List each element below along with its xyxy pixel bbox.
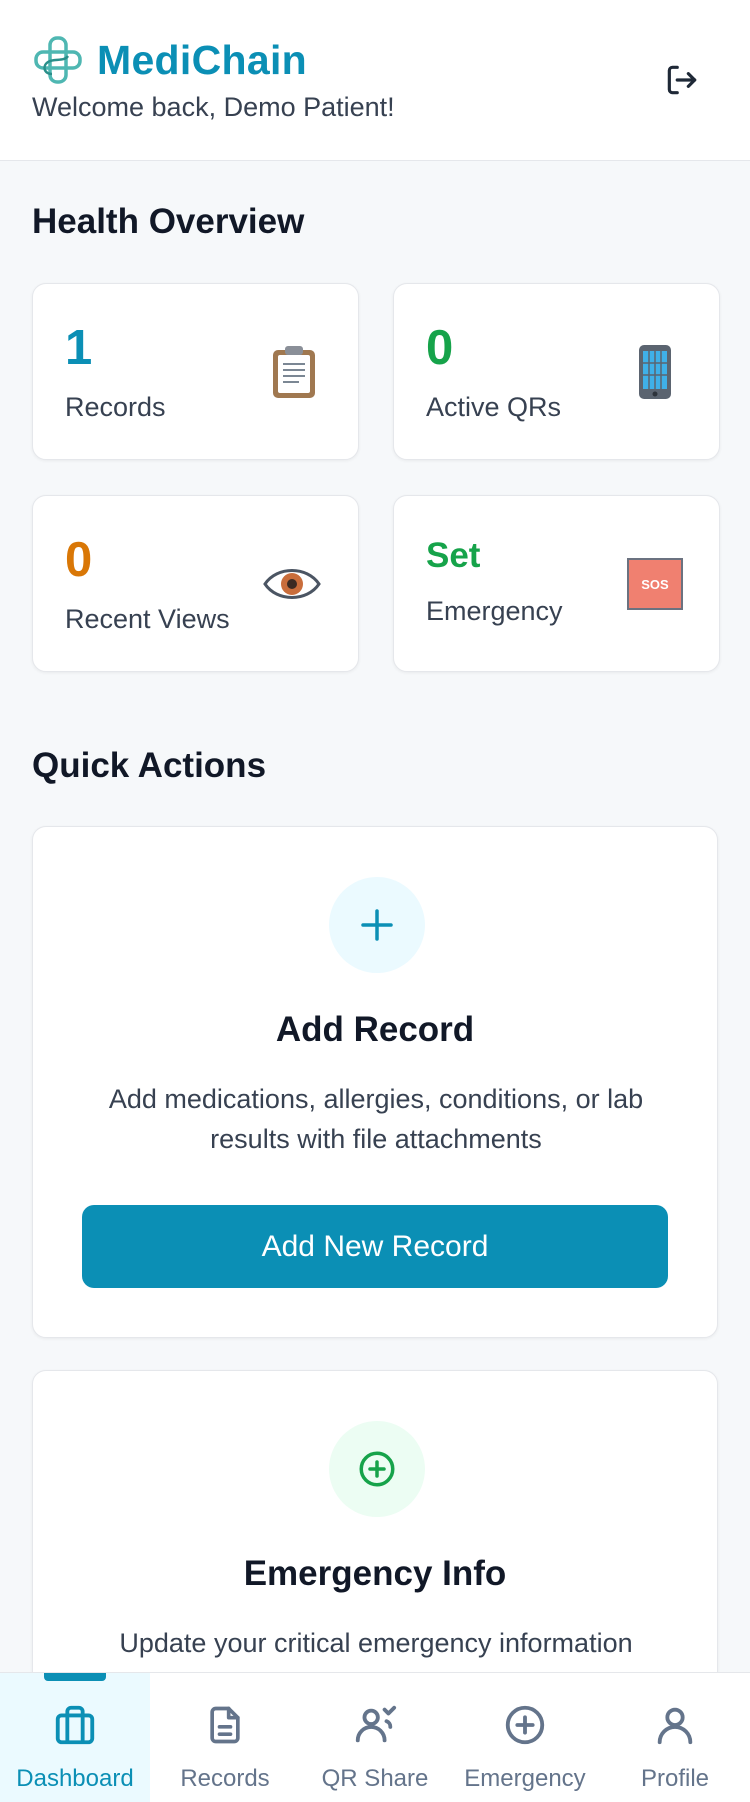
plus-circle-icon (501, 1701, 549, 1749)
emergency-info-card[interactable]: Emergency Info Update your critical emer… (32, 1370, 718, 1690)
active-indicator (44, 1673, 106, 1681)
nav-label: Dashboard (16, 1765, 134, 1792)
stat-label: Active QRs (426, 392, 562, 422)
welcome-message: Welcome back, Demo Patient! (32, 92, 395, 122)
plus-icon (329, 877, 425, 973)
stat-card-active-qrs[interactable]: 0 Active QRs (393, 283, 720, 460)
nav-item-emergency[interactable]: Emergency (450, 1673, 600, 1802)
health-overview-title: Health Overview (32, 202, 305, 241)
nav-item-profile[interactable]: Profile (600, 1673, 750, 1802)
mobile-phone-icon (627, 342, 683, 402)
sos-icon: SOS (627, 554, 683, 614)
medichain-logo-icon (34, 36, 82, 84)
nav-label: QR Share (321, 1765, 429, 1792)
nav-item-dashboard[interactable]: Dashboard (0, 1673, 150, 1802)
emergency-info-description: Update your critical emergency informati… (119, 1628, 633, 1658)
quick-actions-title: Quick Actions (32, 746, 267, 785)
plus-circle-icon (329, 1421, 425, 1517)
add-new-record-button[interactable]: Add New Record (82, 1205, 668, 1288)
brand-logo: MediChain (32, 34, 307, 86)
stat-label: Records (65, 392, 166, 422)
app-header: MediChain Welcome back, Demo Patient! (0, 0, 750, 161)
add-record-card: Add Record Add medications, allergies, c… (32, 826, 718, 1338)
nav-label: Records (180, 1765, 270, 1792)
nav-item-records[interactable]: Records (150, 1673, 300, 1802)
stat-value: Set (426, 536, 481, 575)
document-icon (201, 1701, 249, 1749)
clipboard-icon (266, 342, 322, 402)
stat-label: Recent Views (65, 604, 230, 634)
brand-name: MediChain (97, 36, 307, 83)
stat-card-recent-views[interactable]: 0 Recent Views (32, 495, 359, 672)
stat-value: 0 (65, 533, 93, 587)
svg-text:SOS: SOS (641, 577, 669, 592)
stat-card-records[interactable]: 1 Records (32, 283, 359, 460)
nav-item-qr-share[interactable]: QR Share (300, 1673, 450, 1802)
eye-icon (262, 554, 322, 614)
bottom-navigation: Dashboard Records QR Share Emergency Pro… (0, 1672, 750, 1802)
nav-label: Profile (640, 1765, 710, 1792)
stat-card-emergency[interactable]: Set Emergency SOS (393, 495, 720, 672)
add-record-description: Add medications, allergies, conditions, … (108, 1084, 644, 1154)
stat-value: 0 (426, 321, 454, 375)
logout-icon (667, 65, 697, 95)
dashboard-icon (51, 1701, 99, 1749)
qr-share-icon (351, 1701, 399, 1749)
add-record-title: Add Record (275, 1010, 475, 1049)
stat-label: Emergency (426, 596, 563, 626)
stat-value: 1 (65, 321, 93, 375)
nav-label: Emergency (464, 1765, 586, 1792)
logout-button[interactable] (660, 58, 704, 102)
user-icon (651, 1701, 699, 1749)
emergency-info-title: Emergency Info (243, 1554, 507, 1593)
